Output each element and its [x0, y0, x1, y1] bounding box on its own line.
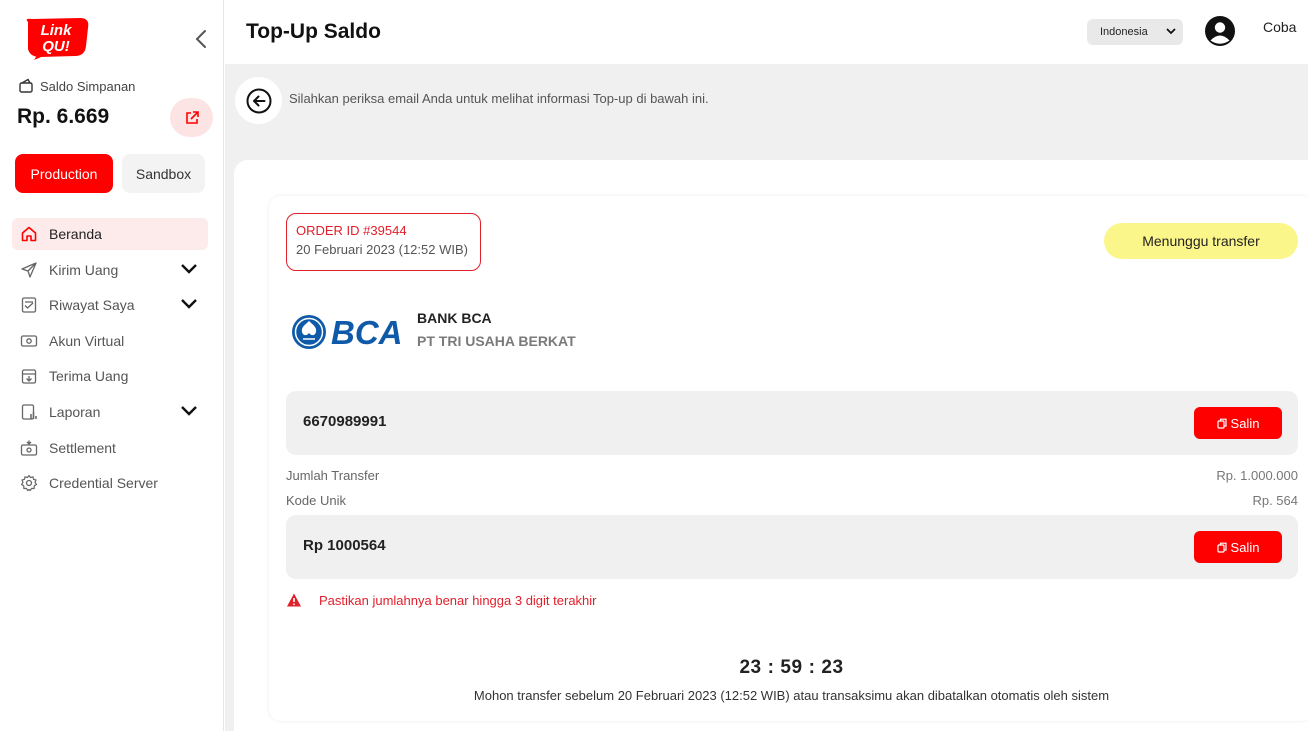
copy-amount-button[interactable]: Salin — [1194, 531, 1282, 563]
countdown-timer: 23:59:23 — [739, 657, 844, 678]
back-button[interactable] — [235, 77, 282, 124]
bca-logo: BCA — [292, 314, 403, 351]
settlement-icon — [20, 439, 38, 457]
total-amount: Rp 1000564 — [303, 537, 386, 554]
copy-icon — [1216, 542, 1227, 553]
chevron-down-icon — [181, 299, 197, 309]
copy-button-label: Salin — [1230, 539, 1260, 555]
account-number: 6670989991 — [303, 413, 387, 430]
order-id: ORDER ID #39544 — [296, 223, 407, 238]
sidebar-item-label: Akun Virtual — [49, 332, 125, 349]
home-icon — [20, 225, 38, 243]
sidebar-item-kirim-uang[interactable]: Kirim Uang — [12, 254, 208, 286]
kode-unik-value: Rp. 564 — [1252, 493, 1298, 508]
sandbox-button[interactable]: Sandbox — [122, 154, 205, 193]
production-button[interactable]: Production — [15, 154, 113, 193]
language-select[interactable]: Indonesia — [1087, 19, 1183, 45]
sidebar-nav: Beranda Kirim Uang Riwayat Saya Akun Vir… — [12, 218, 208, 503]
virtual-account-icon — [20, 332, 38, 350]
timer-seconds: 23 — [821, 657, 844, 678]
topup-card: ORDER ID #39544 20 Februari 2023 (12:52 … — [269, 196, 1308, 721]
deadline-text: Mohon transfer sebelum 20 Februari 2023 … — [473, 688, 1110, 703]
order-date: 20 Februari 2023 (12:52 WIB) — [296, 242, 468, 257]
sidebar-item-label: Credential Server — [49, 475, 158, 492]
page-title: Top-Up Saldo — [246, 20, 381, 43]
jumlah-transfer-value: Rp. 1.000.000 — [1216, 468, 1298, 483]
timer-hours: 23 — [739, 657, 762, 678]
sidebar-item-label: Riwayat Saya — [49, 297, 135, 314]
user-name[interactable]: Coba — [1263, 19, 1296, 35]
sidebar-item-terima-uang[interactable]: Terima Uang — [12, 360, 208, 392]
history-icon — [20, 296, 38, 314]
sidebar: Link QU! Saldo Simpanan Rp. 6.669 Produc… — [0, 0, 224, 731]
linkqu-logo[interactable]: Link QU! — [20, 16, 92, 60]
svg-text:Link: Link — [41, 22, 72, 39]
saldo-value: Rp. 6.669 — [17, 105, 110, 128]
jumlah-transfer-label: Jumlah Transfer — [286, 468, 380, 483]
svg-text:BCA: BCA — [331, 314, 403, 351]
sidebar-item-settlement[interactable]: Settlement — [12, 432, 208, 464]
chevron-down-icon — [181, 406, 197, 416]
saldo-label-row: Saldo Simpanan — [18, 78, 135, 94]
copy-account-number-button[interactable]: Salin — [1194, 407, 1282, 439]
copy-icon — [1216, 418, 1227, 429]
report-icon — [20, 403, 38, 421]
sidebar-item-credential-server[interactable]: Credential Server — [12, 467, 208, 499]
status-badge: Menunggu transfer — [1104, 223, 1298, 259]
sidebar-item-riwayat-saya[interactable]: Riwayat Saya — [12, 289, 208, 321]
topup-panel: ORDER ID #39544 20 Februari 2023 (12:52 … — [234, 160, 1308, 731]
wallet-icon — [19, 78, 33, 93]
send-icon — [20, 261, 38, 279]
sidebar-item-label: Terima Uang — [49, 368, 129, 385]
collapse-sidebar-button[interactable] — [190, 28, 212, 50]
settings-icon — [20, 474, 38, 492]
account-number-row: 6670989991 Salin — [286, 391, 1298, 455]
total-amount-row: Rp 1000564 Salin — [286, 515, 1298, 579]
warning-icon — [287, 593, 301, 607]
saldo-label: Saldo Simpanan — [40, 78, 136, 94]
warning-text: Pastikan jumlahnya benar hingga 3 digit … — [319, 592, 597, 608]
chevron-down-icon — [1166, 28, 1176, 35]
svg-text:QU!: QU! — [42, 38, 70, 55]
external-link-icon — [185, 110, 199, 124]
receive-icon — [20, 367, 38, 385]
info-text: Silahkan periksa email Anda untuk meliha… — [289, 91, 709, 106]
sidebar-item-label: Beranda — [49, 226, 102, 242]
user-avatar-icon[interactable] — [1204, 15, 1236, 47]
sidebar-item-akun-virtual[interactable]: Akun Virtual — [12, 325, 208, 357]
amount-warning: Pastikan jumlahnya benar hingga 3 digit … — [286, 592, 597, 608]
sidebar-item-laporan[interactable]: Laporan — [12, 396, 208, 428]
chevron-left-icon — [195, 30, 206, 48]
language-select-value: Indonesia — [1100, 26, 1148, 38]
sidebar-item-beranda[interactable]: Beranda — [12, 218, 208, 250]
arrow-left-circle-icon — [246, 88, 271, 113]
bank-company: PT TRI USAHA BERKAT — [417, 333, 576, 349]
kode-unik-label: Kode Unik — [286, 493, 346, 508]
main-content: Silahkan periksa email Anda untuk meliha… — [225, 64, 1308, 731]
copy-button-label: Salin — [1230, 415, 1260, 431]
sidebar-item-label: Kirim Uang — [49, 261, 119, 278]
timer-minutes: 59 — [780, 657, 803, 678]
order-info-box: ORDER ID #39544 20 Februari 2023 (12:52 … — [286, 213, 481, 271]
sidebar-item-label: Laporan — [49, 403, 101, 420]
sidebar-item-label: Settlement — [49, 439, 116, 456]
chevron-down-icon — [181, 263, 197, 274]
bank-name: BANK BCA — [417, 310, 492, 326]
saldo-external-link-button[interactable] — [170, 98, 213, 137]
top-header: Top-Up Saldo Indonesia Coba — [225, 0, 1308, 64]
